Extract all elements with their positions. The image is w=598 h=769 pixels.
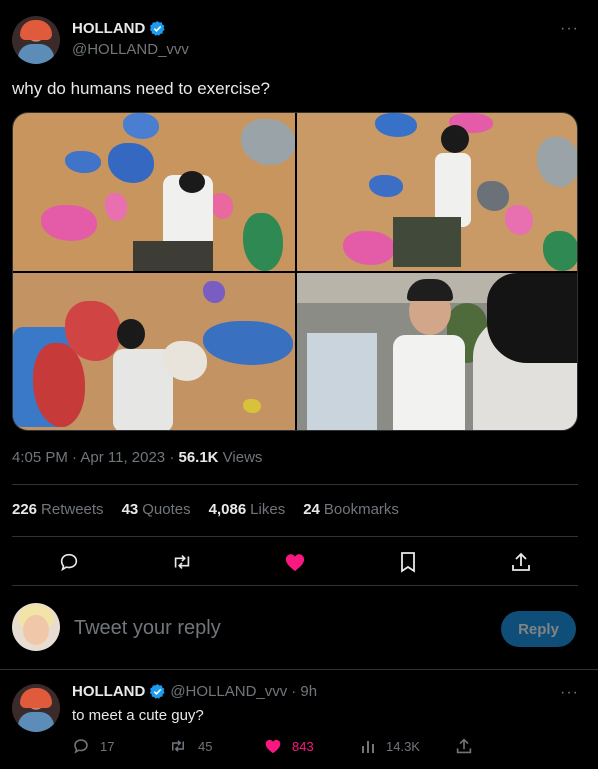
retweet-icon[interactable] [165, 545, 199, 579]
divider [0, 669, 598, 670]
likes-stat[interactable]: 4,086 Likes [209, 501, 286, 518]
views-icon [362, 741, 374, 753]
reply-text: to meet a cute guy? [72, 707, 204, 724]
verified-icon [150, 684, 165, 699]
reply-composer: Tweet your reply Reply [12, 603, 578, 651]
tweet-timestamp[interactable]: 4:05 PM · Apr 11, 2023 · 56.1K Views [12, 449, 262, 466]
retweets-stat[interactable]: 226 Retweets [12, 501, 104, 518]
reply-retweets[interactable]: 45 [168, 737, 264, 755]
reply-views[interactable]: 14.3K [360, 737, 456, 755]
reply-author-name[interactable]: HOLLAND [72, 683, 145, 700]
reply-input[interactable]: Tweet your reply [74, 617, 221, 640]
reply-author-handle[interactable]: @HOLLAND_vvv [170, 683, 287, 700]
engagement-stats: 226 Retweets 43 Quotes 4,086 Likes 24 Bookma… [12, 501, 399, 518]
heart-icon[interactable] [278, 545, 312, 579]
photo-4[interactable] [297, 273, 577, 430]
heart-icon [265, 739, 281, 754]
author-name[interactable]: HOLLAND [72, 20, 166, 37]
verified-icon [150, 21, 165, 36]
retweet-icon [172, 740, 184, 752]
more-icon[interactable]: ··· [560, 20, 579, 38]
bookmark-icon[interactable] [391, 545, 425, 579]
reply-header: HOLLAND @HOLLAND_vvv · 9h [72, 683, 317, 700]
photo-3[interactable] [13, 273, 295, 430]
user-avatar[interactable] [12, 603, 60, 651]
author-name-row[interactable]: HOLLAND [72, 20, 166, 38]
bookmarks-stat[interactable]: 24 Bookmarks [303, 501, 399, 518]
divider [12, 484, 578, 485]
reply-icon[interactable] [52, 545, 86, 579]
reply-share[interactable] [456, 737, 486, 755]
tweet-text: why do humans need to exercise? [12, 79, 270, 98]
reply-more-icon[interactable]: ··· [560, 684, 579, 702]
photo-1[interactable] [13, 113, 295, 271]
reply-icon [74, 739, 88, 754]
photo-2[interactable] [297, 113, 577, 271]
reply-button[interactable]: Reply [501, 611, 576, 647]
divider [12, 585, 578, 586]
photo-grid [12, 112, 578, 431]
reply-replies[interactable]: 17 [72, 737, 168, 755]
share-icon[interactable] [504, 545, 538, 579]
divider [12, 536, 578, 537]
quotes-stat[interactable]: 43 Quotes [122, 501, 191, 518]
tweet-actions [12, 545, 578, 579]
reply-actions: 17 45 843 14.3K [72, 737, 512, 755]
share-icon [456, 738, 472, 754]
reply-age[interactable]: · 9h [291, 683, 317, 700]
author-avatar[interactable] [12, 16, 60, 64]
reply-author-avatar[interactable] [12, 684, 60, 732]
author-handle[interactable]: @HOLLAND_vvv [72, 41, 189, 58]
reply-likes[interactable]: 843 [264, 737, 360, 755]
